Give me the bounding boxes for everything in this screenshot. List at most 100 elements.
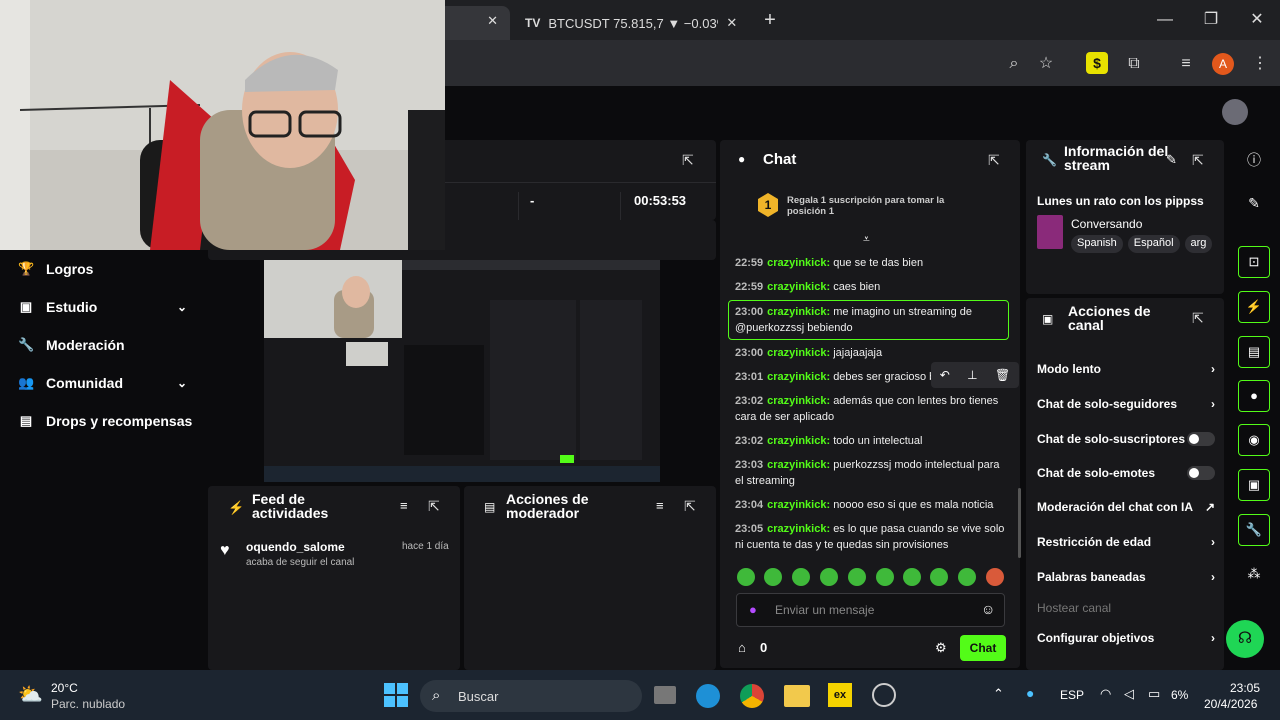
emote-icon[interactable] [876,568,894,586]
microphone-icon[interactable]: ● [1026,685,1034,701]
profile-avatar[interactable]: A [1212,53,1234,75]
points-icon[interactable]: ⌂ [738,640,746,655]
tag[interactable]: Español [1127,235,1180,253]
share-icon[interactable]: ⁂ [1244,566,1264,586]
clock-time[interactable]: 23:05 [1230,681,1260,695]
microphone-icon[interactable]: ● [749,602,757,617]
lightning-tool-icon[interactable]: ⚡ [1238,291,1270,323]
battery-icon[interactable]: ▭ [1148,686,1160,702]
language-indicator[interactable]: ESP [1060,688,1084,702]
document-tool-icon[interactable]: ▤ [1238,336,1270,368]
exness-icon[interactable]: ex [828,683,852,707]
chat-settings-icon[interactable]: ⚙ [935,640,947,656]
expand-icon[interactable]: ⇱ [682,152,694,169]
message-user[interactable]: crazyinkick: [767,459,830,471]
expand-icon[interactable]: ⇱ [1192,310,1204,327]
emote-icon[interactable] [848,568,866,586]
emote-icon[interactable] [764,568,782,586]
chrome-icon[interactable] [740,684,764,708]
emote-icon[interactable] [903,568,921,586]
message-user[interactable]: crazyinkick: [767,347,830,359]
bookmark-star-icon[interactable]: ☆ [1034,52,1058,76]
emote-icon[interactable] [820,568,838,586]
sidebar-item-comunidad[interactable]: 👥 Comunidad ⌄ [0,364,205,402]
message-user[interactable]: crazyinkick: [767,435,830,447]
new-tab-button[interactable]: + [755,8,785,32]
weather-temp[interactable]: 20°C [51,681,78,695]
chevron-up-icon[interactable]: ⌃ [993,686,1004,702]
category-thumbnail[interactable] [1037,215,1063,249]
tag[interactable]: Spanish [1071,235,1123,253]
emote-icon[interactable] [737,568,755,586]
task-view-icon[interactable] [654,686,676,704]
support-headset-icon[interactable]: ☊ [1226,620,1264,658]
sidebar-item-moderacion[interactable]: 🔧 Moderación [0,326,205,364]
close-window-button[interactable]: ✕ [1242,8,1272,32]
chrome-menu-icon[interactable]: ⋮ [1248,52,1272,76]
message-user[interactable]: crazyinkick: [767,523,830,535]
expand-icon[interactable]: ⇱ [1192,152,1204,169]
pencil-icon[interactable]: ✎ [1244,195,1264,215]
chat-message[interactable]: 23:03 crazyinkick: puerkozzssj modo intel… [735,457,1005,489]
message-user[interactable]: crazyinkick: [767,306,830,318]
chat-input[interactable]: ● Enviar un mensaje ☺ [736,593,1005,627]
wifi-icon[interactable]: ◠ [1100,686,1111,702]
expand-icon[interactable]: ⇱ [428,498,440,515]
expand-icon[interactable]: ⇱ [988,152,1000,169]
emotes-only-toggle[interactable] [1187,466,1215,480]
collapse-pinned-icon[interactable]: ⩡ [863,232,870,247]
media-controls-icon[interactable]: ≡ [1174,52,1198,76]
action-configure-goals[interactable]: Configurar objetivos › [1037,631,1215,645]
broadcast-tool-icon[interactable]: ◉ [1238,424,1270,456]
stream-preview-video[interactable] [264,260,660,482]
zoom-icon[interactable]: ⌕ [1002,52,1026,76]
camera-tool-icon[interactable]: ⊡ [1238,246,1270,278]
browser-tab-btcusdt[interactable]: TV BTCUSDT 75.815,7 ▼ −0.03% Sin nombre … [515,6,745,40]
message-user[interactable]: crazyinkick: [767,395,830,407]
sidebar-item-estudio[interactable]: ▣ Estudio ⌄ [0,288,205,326]
file-explorer-icon[interactable] [784,685,810,707]
emote-icon[interactable] [792,568,810,586]
tab-close-icon[interactable]: ✕ [726,15,737,31]
wrench-tool-icon[interactable]: 🔧 [1238,514,1270,546]
weather-desc[interactable]: Parc. nublado [51,697,125,711]
filter-icon[interactable]: ≡ [656,498,664,513]
chat-message[interactable]: 22:59 crazyinkick: caes bien [735,279,1005,295]
chat-scrollbar[interactable] [1018,488,1021,558]
battery-percent[interactable]: 6% [1171,688,1188,702]
action-followers-only[interactable]: Chat de solo-seguidores › [1037,397,1215,411]
volume-icon[interactable]: ◁ [1124,686,1134,702]
edit-icon[interactable]: ✎ [1166,152,1177,168]
message-user[interactable]: crazyinkick: [767,371,830,383]
chat-message[interactable]: 23:02 crazyinkick: todo un intelectual [735,433,1005,449]
info-icon[interactable]: ⓘ [1244,150,1264,170]
action-age-restriction[interactable]: Restricción de edad › [1037,535,1215,549]
undo-icon[interactable]: ↶ [940,368,950,382]
weather-icon[interactable]: ⛅ [18,682,43,707]
windows-start-icon[interactable] [384,683,408,707]
maximize-button[interactable]: ❐ [1196,8,1226,32]
category-name[interactable]: Conversando [1071,217,1142,231]
chat-message[interactable]: 23:02 crazyinkick: además que con lentes … [735,393,1005,425]
emote-icon[interactable] [986,568,1004,586]
message-user[interactable]: crazyinkick: [767,499,830,511]
filter-icon[interactable]: ≡ [400,498,408,513]
send-chat-button[interactable]: Chat [960,635,1006,661]
feed-item-user[interactable]: oquendo_salome [246,540,345,554]
emote-icon[interactable] [930,568,948,586]
sidebar-item-drops[interactable]: ▤ Drops y recompensas [0,402,205,440]
extensions-puzzle-icon[interactable]: ⧉ [1122,52,1146,76]
chat-tool-icon[interactable]: ● [1238,380,1270,412]
expand-icon[interactable]: ⇱ [684,498,696,515]
chat-message[interactable]: 23:00 crazyinkick: me imagino un streamin… [735,304,997,336]
minimize-button[interactable]: — [1150,8,1180,32]
emote-icon[interactable] [958,568,976,586]
chat-message[interactable]: 23:00 crazyinkick: jajajaajaja [735,345,1005,361]
sidebar-item-logros[interactable]: 🏆 Logros [0,250,205,288]
message-user[interactable]: crazyinkick: [767,257,830,269]
app-icon[interactable] [872,683,896,707]
message-user[interactable]: crazyinkick: [767,281,830,293]
clock-date[interactable]: 20/4/2026 [1204,697,1257,711]
pinned-subscription-text[interactable]: Regala 1 suscripción para tomar la posic… [787,195,967,217]
actions-tool-icon[interactable]: ▣ [1238,469,1270,501]
